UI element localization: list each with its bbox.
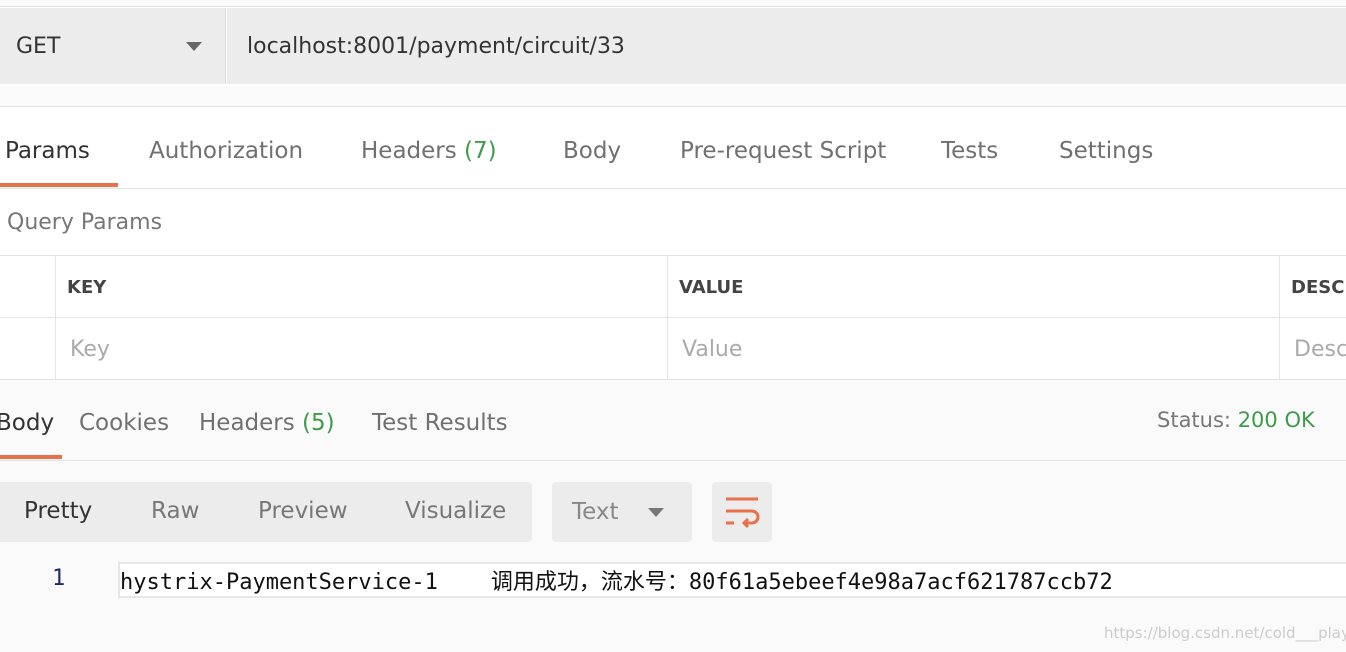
tab-tests[interactable]: Tests xyxy=(941,138,998,164)
tab-settings[interactable]: Settings xyxy=(1059,138,1153,164)
divider xyxy=(0,188,1346,189)
resp-tab-body[interactable]: Body xyxy=(0,410,54,436)
resp-tab-test-results[interactable]: Test Results xyxy=(372,410,508,436)
tab-headers[interactable]: Headers (7) xyxy=(361,138,497,164)
tab-params[interactable]: Params xyxy=(5,138,90,164)
status: Status: 200 OK xyxy=(1157,408,1315,432)
resp-tab-cookies[interactable]: Cookies xyxy=(79,410,169,436)
method-value: GET xyxy=(16,33,61,59)
column-key: KEY xyxy=(55,255,667,318)
tab-pre-request-script[interactable]: Pre-request Script xyxy=(680,138,886,164)
line-number: 1 xyxy=(52,566,66,591)
wrap-lines-button[interactable] xyxy=(712,482,772,542)
active-tab-indicator xyxy=(0,183,118,187)
chevron-down-icon xyxy=(648,508,664,517)
row-check[interactable] xyxy=(0,317,56,380)
tab-body[interactable]: Body xyxy=(563,138,621,164)
view-pretty[interactable]: Pretty xyxy=(24,498,92,524)
chevron-down-icon xyxy=(186,42,202,51)
resp-tab-headers[interactable]: Headers (5) xyxy=(199,410,335,436)
response-body[interactable]: hystrix-PaymentService-1 调用成功，流水号：80f61a… xyxy=(118,562,1346,598)
format-value: Text xyxy=(572,499,619,525)
headers-count: (7) xyxy=(464,138,497,164)
watermark: https://blog.csdn.net/cold___play xyxy=(1104,624,1346,642)
divider xyxy=(0,460,1346,461)
status-label: Status: xyxy=(1157,408,1231,432)
url-input[interactable]: localhost:8001/payment/circuit/33 xyxy=(227,8,1346,84)
view-raw[interactable]: Raw xyxy=(151,498,199,524)
format-select[interactable]: Text xyxy=(552,482,692,542)
description-input[interactable]: Desc xyxy=(1279,317,1346,380)
tab-authorization[interactable]: Authorization xyxy=(149,138,303,164)
table-header-check xyxy=(0,255,56,318)
tab-label: Headers xyxy=(199,410,295,436)
column-value: VALUE xyxy=(667,255,1279,318)
divider xyxy=(0,379,1346,380)
status-value: 200 OK xyxy=(1237,408,1315,432)
column-description: DESCR xyxy=(1279,255,1346,318)
query-params-title: Query Params xyxy=(7,210,163,235)
tab-label: Headers xyxy=(361,138,457,164)
headers-count: (5) xyxy=(302,410,335,436)
view-visualize[interactable]: Visualize xyxy=(405,498,506,524)
key-input[interactable]: Key xyxy=(55,317,667,380)
wrap-icon xyxy=(726,497,760,529)
view-preview[interactable]: Preview xyxy=(258,498,348,524)
value-input[interactable]: Value xyxy=(667,317,1279,380)
method-select[interactable]: GET xyxy=(0,8,226,84)
active-tab-indicator xyxy=(0,455,62,459)
